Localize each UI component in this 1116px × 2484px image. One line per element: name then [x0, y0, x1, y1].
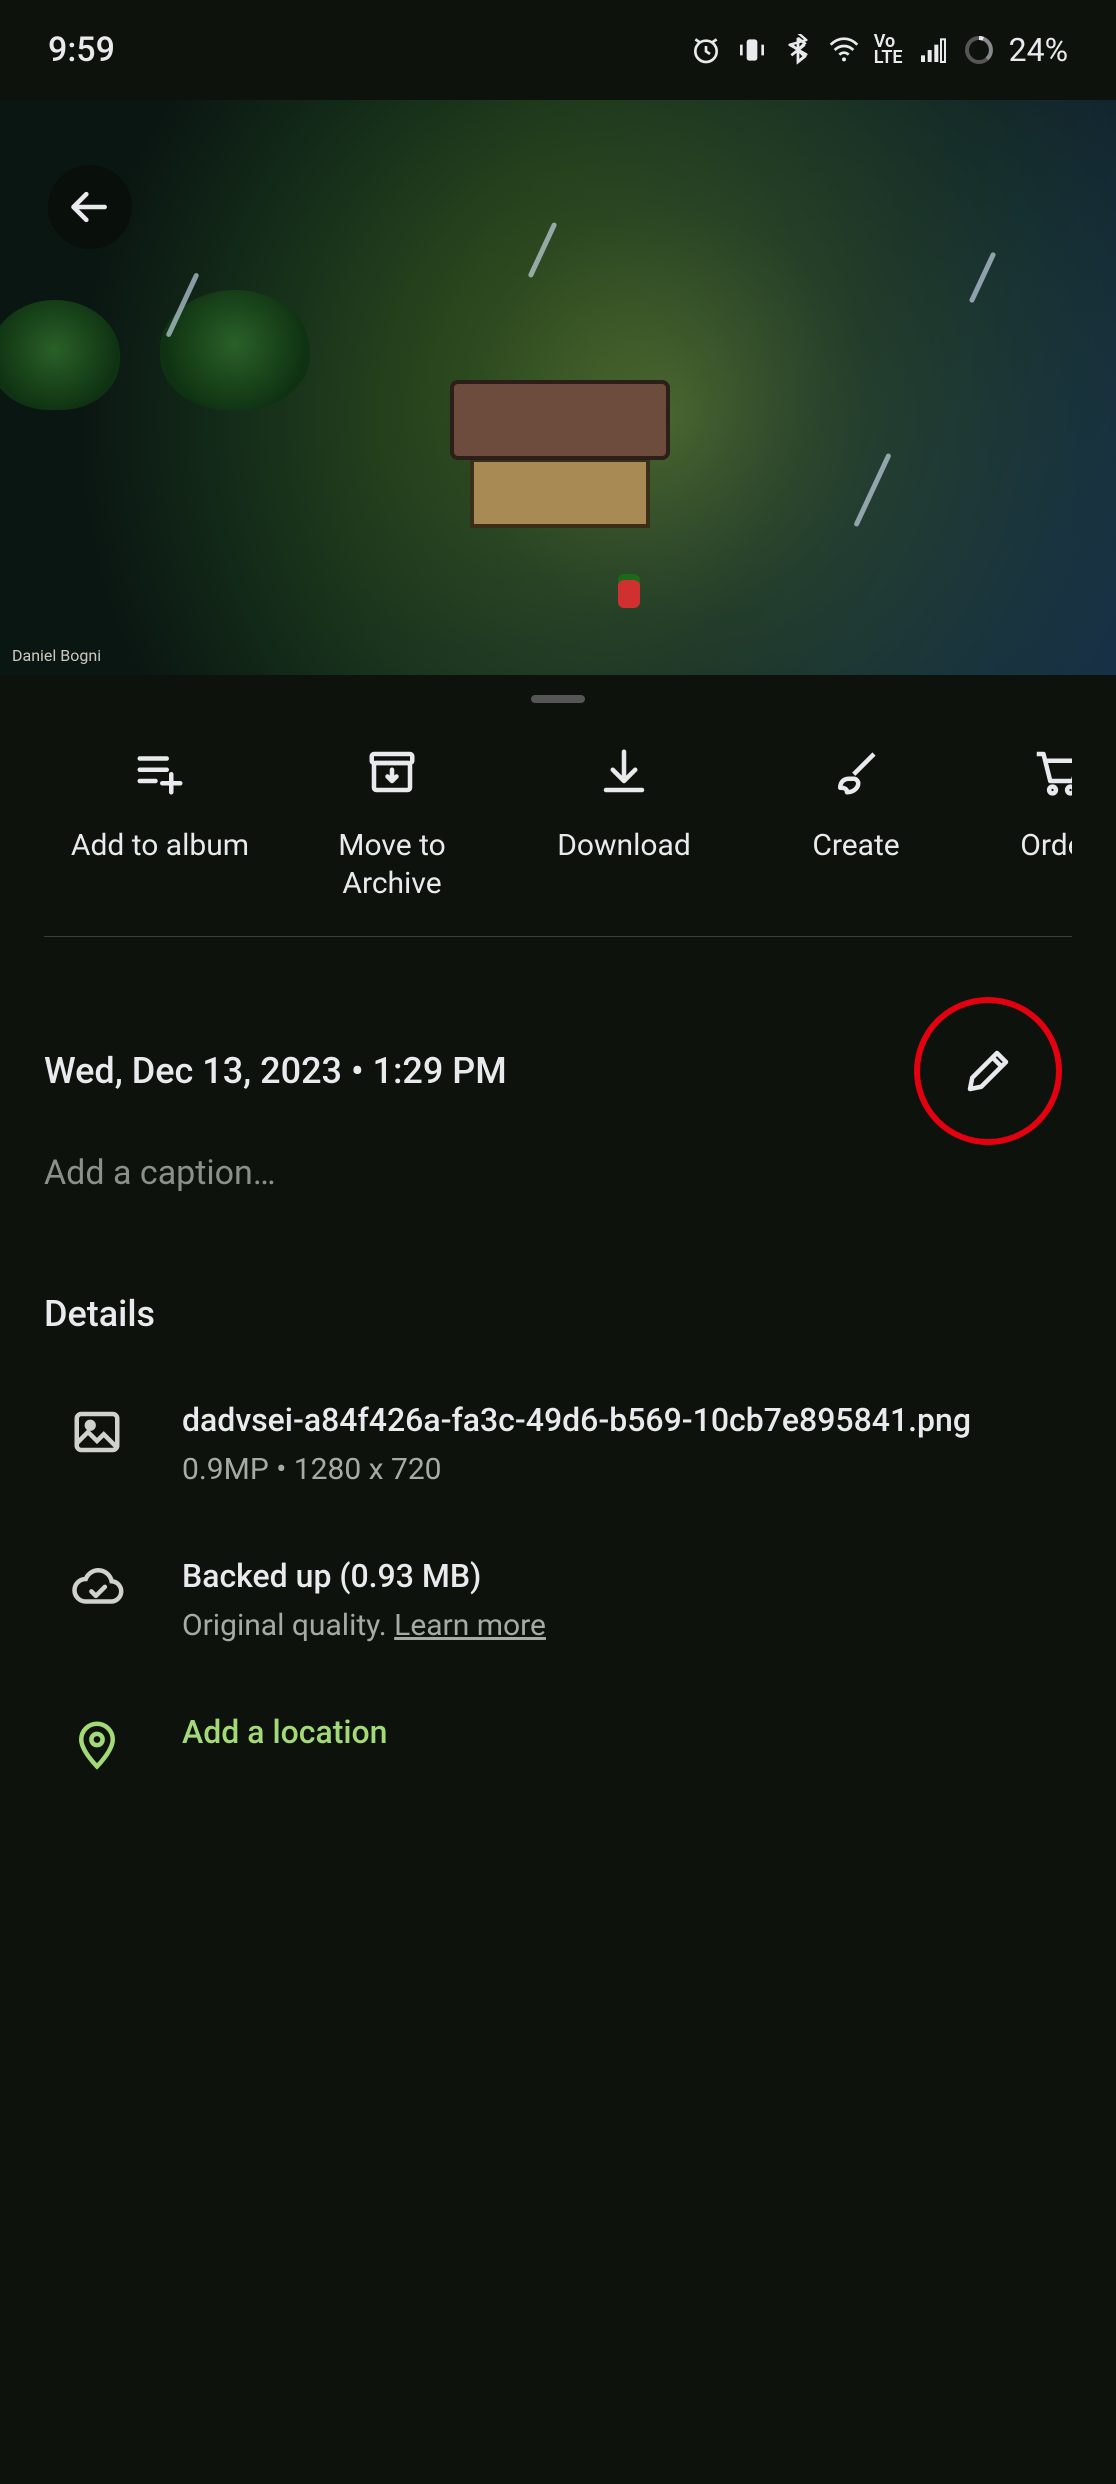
detail-file: dadvsei-a84f426a-fa3c-49d6-b569-10cb7e89… [0, 1355, 1116, 1511]
detail-backup: Backed up (0.93 MB) Original quality. Le… [0, 1511, 1116, 1667]
download-action[interactable]: Download [508, 745, 740, 902]
photo-datetime: Wed, Dec 13, 2023 • 1:29 PM [44, 1050, 507, 1092]
archive-icon [365, 745, 419, 799]
playlist-add-icon [133, 745, 187, 799]
vibrate-icon [736, 34, 768, 66]
caption-placeholder: Add a caption… [44, 1153, 276, 1193]
action-label: Order [1020, 827, 1072, 865]
learn-more-link[interactable]: Learn more [394, 1608, 546, 1643]
backup-quality: Original quality. Learn more [182, 1608, 1072, 1643]
file-name: dadvsei-a84f426a-fa3c-49d6-b569-10cb7e89… [182, 1399, 1072, 1442]
artist-credit: Daniel Bogni [12, 646, 101, 665]
caption-input[interactable]: Add a caption… [0, 1145, 1116, 1193]
status-bar: 9:59 Vo LTE 24% [0, 0, 1116, 100]
action-label: Create [812, 827, 899, 865]
edit-datetime-button[interactable] [914, 997, 1062, 1145]
details-heading: Details [0, 1193, 1116, 1355]
meta-row: Wed, Dec 13, 2023 • 1:29 PM [0, 937, 1116, 1145]
action-row: Add to album Move to Archive Download Cr… [44, 721, 1072, 937]
photo-preview[interactable]: Daniel Bogni [0, 100, 1116, 675]
status-icons: Vo LTE 24% [690, 31, 1068, 69]
image-icon [70, 1405, 124, 1459]
location-pin-icon [70, 1717, 124, 1771]
cloud-check-icon [70, 1561, 124, 1615]
action-label: Download [557, 827, 691, 865]
volte-indicator: Vo LTE [874, 34, 903, 66]
create-action[interactable]: Create [740, 745, 972, 902]
action-label: Move to Archive [338, 827, 445, 902]
pencil-icon [961, 1044, 1015, 1098]
battery-ring-icon [963, 34, 995, 66]
alarm-icon [690, 34, 722, 66]
battery-percent: 24% [1009, 31, 1068, 69]
drag-handle[interactable] [531, 695, 585, 703]
add-location-row[interactable]: Add a location [0, 1667, 1116, 1799]
bluetooth-icon [782, 34, 814, 66]
file-meta: 0.9MP • 1280 x 720 [182, 1452, 1072, 1487]
info-sheet: Add to album Move to Archive Download Cr… [0, 695, 1116, 1799]
order-action[interactable]: Order [972, 745, 1072, 902]
action-label: Add to album [71, 827, 249, 865]
wifi-icon [828, 34, 860, 66]
arrow-left-icon [68, 185, 112, 229]
signal-icon [917, 34, 949, 66]
cart-icon [1030, 745, 1072, 799]
backup-status: Backed up (0.93 MB) [182, 1555, 1072, 1598]
move-to-archive-action[interactable]: Move to Archive [276, 745, 508, 902]
download-icon [597, 745, 651, 799]
back-button[interactable] [48, 165, 132, 249]
status-time: 9:59 [48, 30, 115, 70]
add-to-album-action[interactable]: Add to album [44, 745, 276, 902]
brush-icon [829, 745, 883, 799]
add-location-label: Add a location [182, 1711, 1072, 1754]
